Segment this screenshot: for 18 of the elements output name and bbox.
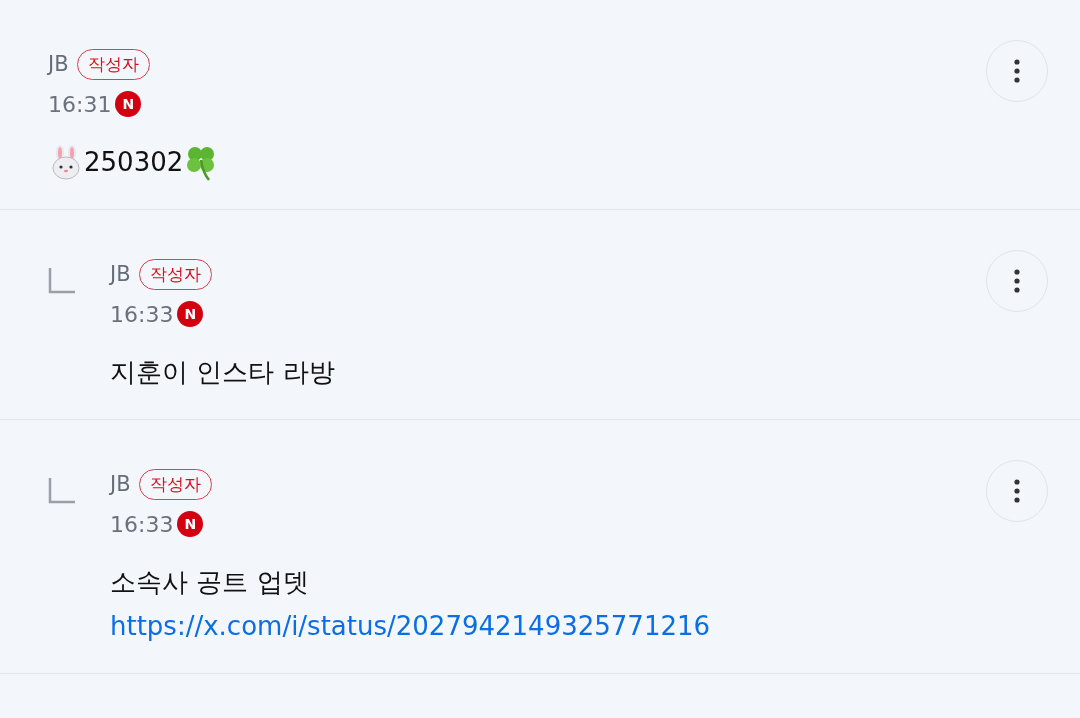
reply-indicator-icon bbox=[48, 478, 76, 504]
more-icon bbox=[1014, 59, 1020, 83]
comment-time: 16:31 bbox=[48, 91, 112, 117]
author-name: JB bbox=[110, 262, 131, 286]
author-name: JB bbox=[48, 52, 69, 76]
new-badge: N bbox=[177, 301, 204, 327]
new-badge: N bbox=[115, 91, 142, 117]
comment-link[interactable]: https://x.com/i/status/2027942149325771216 bbox=[110, 611, 711, 641]
comment-text: 지훈이 인스타 라방 bbox=[110, 355, 335, 389]
new-badge: N bbox=[177, 511, 204, 537]
more-icon bbox=[1014, 479, 1020, 503]
author-name: JB bbox=[110, 472, 131, 496]
reply-indicator-icon bbox=[48, 268, 76, 294]
comment-text: 250302 bbox=[84, 147, 184, 177]
comment-text: 소속사 공트 업뎃 bbox=[110, 565, 309, 599]
comment-time: 16:33 bbox=[110, 301, 174, 327]
more-icon bbox=[1014, 269, 1020, 293]
comment-time: 16:33 bbox=[110, 511, 174, 537]
